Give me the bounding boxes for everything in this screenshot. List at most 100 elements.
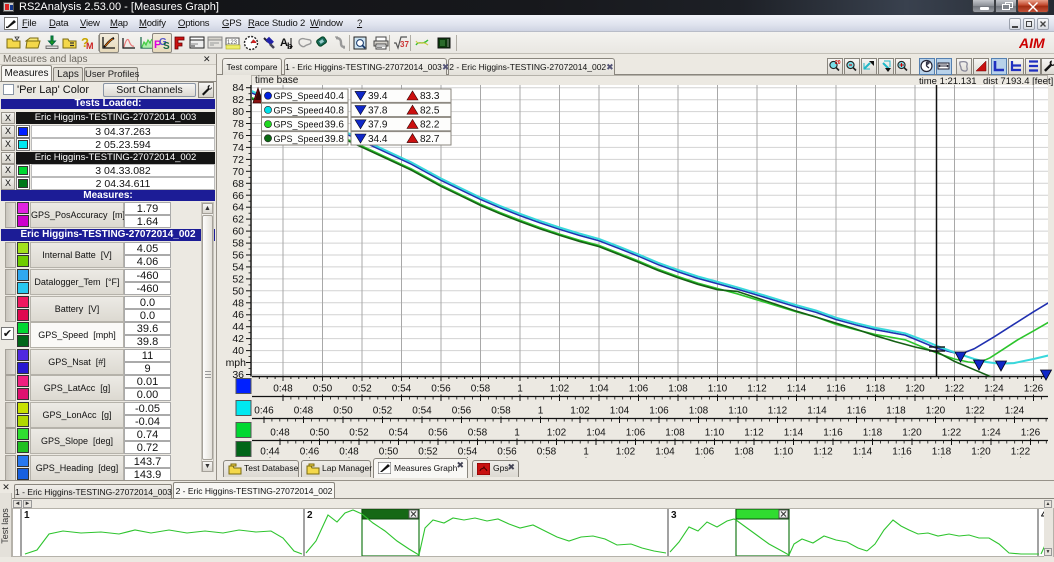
svg-text:1: 1 [538,406,544,417]
svg-text:mph: mph [226,357,247,369]
svg-text:66: 66 [232,190,244,202]
svg-text:1:22: 1:22 [965,406,985,417]
svg-text:84: 84 [232,84,244,94]
svg-text:50: 50 [232,285,244,297]
svg-text:0:56: 0:56 [497,447,517,458]
svg-text:48: 48 [232,297,244,309]
svg-text:0:56: 0:56 [431,384,451,395]
svg-text:37.8: 37.8 [368,105,388,116]
svg-text:GPS_Speed: GPS_Speed [274,134,324,144]
svg-text:1:08: 1:08 [668,384,688,395]
svg-text:1: 1 [514,428,520,439]
svg-text:1:10: 1:10 [708,384,728,395]
svg-text:78: 78 [232,118,244,130]
svg-text:GPS_Speed: GPS_Speed [274,120,324,130]
svg-text:37.9: 37.9 [368,120,388,131]
svg-text:1:24: 1:24 [1005,406,1025,417]
svg-text:0:52: 0:52 [349,428,369,439]
svg-text:0:46: 0:46 [300,447,320,458]
svg-text:56: 56 [232,250,244,262]
svg-text:1:06: 1:06 [629,384,649,395]
svg-text:1:14: 1:14 [784,428,804,439]
svg-text:42: 42 [232,333,244,345]
svg-text:0:46: 0:46 [254,406,274,417]
svg-text:1:02: 1:02 [616,447,636,458]
svg-text:1:20: 1:20 [926,406,946,417]
svg-text:0:50: 0:50 [379,447,399,458]
svg-text:1:26: 1:26 [1021,428,1041,439]
svg-text:GPS_Speed: GPS_Speed [274,91,324,101]
svg-text:1:02: 1:02 [570,406,590,417]
svg-text:0:56: 0:56 [428,428,448,439]
svg-text:44: 44 [232,321,244,333]
svg-text:82.2: 82.2 [420,120,440,131]
svg-text:0:50: 0:50 [313,384,333,395]
svg-text:1: 1 [583,447,589,458]
svg-text:1:20: 1:20 [902,428,922,439]
svg-text:1:16: 1:16 [823,428,843,439]
svg-text:0:50: 0:50 [333,406,353,417]
svg-text:0:44: 0:44 [260,447,280,458]
svg-text:1:12: 1:12 [813,447,833,458]
svg-text:0:48: 0:48 [294,406,314,417]
svg-text:1:06: 1:06 [626,428,646,439]
svg-text:0:48: 0:48 [273,384,293,395]
svg-text:39.4: 39.4 [368,91,388,102]
svg-text:0:54: 0:54 [389,428,409,439]
svg-text:1:14: 1:14 [807,406,827,417]
svg-text:64: 64 [232,202,244,214]
svg-text:34.4: 34.4 [368,134,388,145]
svg-text:76: 76 [232,130,244,142]
svg-text:46: 46 [232,309,244,321]
svg-text:54: 54 [232,261,244,273]
svg-text:AIM: AIM [1019,36,1045,50]
svg-text:1:18: 1:18 [863,428,883,439]
svg-text:0:52: 0:52 [352,384,372,395]
svg-text:1:10: 1:10 [728,406,748,417]
svg-text:1:06: 1:06 [649,406,669,417]
svg-text:1:08: 1:08 [665,428,685,439]
svg-text:70: 70 [232,166,244,178]
svg-text:82.5: 82.5 [420,105,440,116]
svg-text:1: 1 [24,510,30,521]
svg-text:1:26: 1:26 [1024,384,1044,395]
svg-text:1:18: 1:18 [866,384,886,395]
svg-text:1:14: 1:14 [853,447,873,458]
svg-text:1:16: 1:16 [847,406,867,417]
svg-text:1:08: 1:08 [689,406,709,417]
svg-text:0:58: 0:58 [537,447,557,458]
svg-text:20: 20 [835,60,841,66]
svg-text:40.8: 40.8 [325,105,345,116]
svg-text:1:24: 1:24 [981,428,1001,439]
svg-text:1:20: 1:20 [971,447,991,458]
svg-text:1:02: 1:02 [547,428,567,439]
svg-text:1:22: 1:22 [942,428,962,439]
svg-text:37: 37 [400,40,409,49]
svg-text:1:04: 1:04 [586,428,606,439]
svg-text:0:50: 0:50 [310,428,330,439]
svg-text:39.6: 39.6 [325,120,345,131]
svg-text:1:16: 1:16 [826,384,846,395]
svg-text:1:12: 1:12 [768,406,788,417]
svg-text:1:08: 1:08 [734,447,754,458]
svg-text:68: 68 [232,178,244,190]
svg-text:1:10: 1:10 [774,447,794,458]
svg-text:40: 40 [232,345,244,357]
svg-text:1:14: 1:14 [787,384,807,395]
svg-text:GPS_Speed: GPS_Speed [274,105,324,115]
svg-text:0:54: 0:54 [392,384,412,395]
svg-text:62: 62 [232,214,244,226]
svg-text:1:04: 1:04 [589,384,609,395]
svg-text:0:56: 0:56 [452,406,472,417]
svg-text:M: M [86,41,94,51]
svg-text:1:06: 1:06 [695,447,715,458]
svg-text:60: 60 [232,226,244,238]
svg-text:1:12: 1:12 [744,428,764,439]
svg-text:80: 80 [232,106,244,118]
svg-text:0:58: 0:58 [471,384,491,395]
svg-text:39.8: 39.8 [325,134,345,145]
svg-text:83.3: 83.3 [420,91,440,102]
svg-text:1:16: 1:16 [892,447,912,458]
svg-text:58: 58 [232,238,244,250]
svg-text:S: S [163,41,170,51]
